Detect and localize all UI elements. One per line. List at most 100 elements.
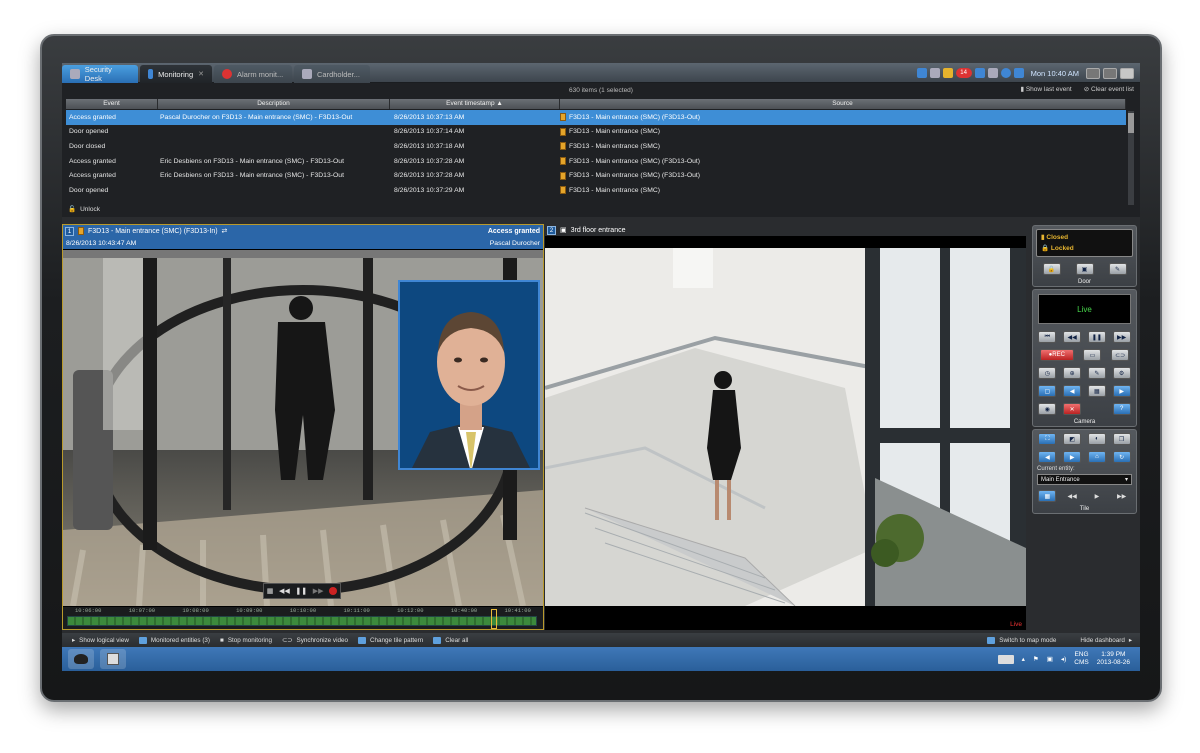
- home-button[interactable]: ⌂: [1087, 451, 1106, 463]
- top-clock: Mon 10:40 AM: [1030, 68, 1079, 78]
- minimize-button[interactable]: [1086, 67, 1100, 79]
- synchronize-video-button[interactable]: ⊂⊃ Synchronize video: [282, 637, 348, 644]
- skip-back-button[interactable]: ⏮: [1038, 331, 1057, 343]
- nav-right-button[interactable]: ▶: [1063, 451, 1082, 463]
- taskbar-app-security-center[interactable]: [68, 649, 94, 669]
- timer-button[interactable]: ◷: [1038, 367, 1057, 379]
- video-tile-1[interactable]: 1 F3D13 - Main entrance (SMC) (F3D13-In)…: [62, 224, 544, 630]
- globe-icon[interactable]: [1000, 68, 1011, 78]
- network-tray-icon[interactable]: ▣: [1047, 655, 1053, 663]
- right-arrow-button[interactable]: ▶: [1112, 385, 1131, 397]
- close-icon[interactable]: ✕: [198, 70, 204, 78]
- network-icon[interactable]: [916, 68, 927, 78]
- tray-chevron-icon[interactable]: ▴: [1022, 655, 1025, 663]
- door-camera-button[interactable]: ▣: [1075, 263, 1094, 275]
- record-button[interactable]: [329, 587, 338, 595]
- table-row[interactable]: Door closed 8/26/2013 10:37:18 AM F3D13 …: [66, 139, 1126, 154]
- volume-tray-icon[interactable]: ◂): [1061, 655, 1066, 663]
- cell-description: Eric Desbiens on F3D13 - Main entrance (…: [160, 172, 344, 180]
- camera-panel: Live ⏮ ◀◀ ❚❚ ▶▶ ● REC ▭ ⊂⊃ ◷ ⊕ ✎ ⚙ ▢ ◀ ▦…: [1032, 289, 1137, 427]
- stop-button[interactable]: ✕: [1063, 403, 1082, 415]
- video-tile-2[interactable]: 2 ▣ 3rd floor entrance Live: [545, 224, 1026, 630]
- tab-security-desk[interactable]: Security Desk: [62, 65, 138, 83]
- tab-alarm-monitoring[interactable]: Alarm monit...: [214, 65, 292, 83]
- nav-left-button[interactable]: ◀: [1038, 451, 1057, 463]
- tab-monitoring[interactable]: Monitoring ✕: [140, 65, 212, 83]
- fullscreen-button[interactable]: ⛶: [1038, 433, 1057, 445]
- tab-label: Security Desk: [84, 65, 112, 83]
- forward-button[interactable]: ▶▶: [1112, 331, 1131, 343]
- monitored-entities-button[interactable]: Monitored entities (3): [138, 636, 210, 644]
- taskbar-app-config-tool[interactable]: [100, 649, 126, 669]
- flag-icon[interactable]: ⚑: [1033, 655, 1039, 663]
- show-logical-view-button[interactable]: ▸ Show logical view: [72, 637, 129, 644]
- restore-button[interactable]: [1103, 67, 1117, 79]
- left-arrow-button[interactable]: ◀: [1063, 385, 1082, 397]
- table-row[interactable]: Door opened 8/26/2013 10:37:14 AM F3D13 …: [66, 125, 1126, 140]
- speaker-icon[interactable]: [987, 68, 998, 78]
- record-button[interactable]: ● REC: [1039, 349, 1074, 361]
- timeline-cursor[interactable]: [491, 609, 497, 629]
- col-description[interactable]: Description: [158, 99, 390, 109]
- monitor-icon[interactable]: [974, 68, 985, 78]
- play-button[interactable]: ▶: [1088, 490, 1106, 502]
- scroll-thumb[interactable]: [1128, 113, 1134, 133]
- stop-monitoring-button[interactable]: ■ Stop monitoring: [220, 637, 272, 644]
- taskbar-clock[interactable]: 1:39 PM 2013-08-26: [1097, 651, 1130, 667]
- hide-dashboard-button[interactable]: Hide dashboard ▸: [1080, 637, 1132, 644]
- col-timestamp[interactable]: Event timestamp ▲: [390, 99, 560, 109]
- settings-button[interactable]: ⚙: [1112, 367, 1131, 379]
- alarm-button[interactable]: ◉: [1038, 403, 1057, 415]
- unlock-door-button[interactable]: 🔓: [1042, 263, 1061, 275]
- snapshot-button[interactable]: ▭: [1083, 349, 1102, 361]
- language-indicator[interactable]: ENG CMS: [1074, 651, 1088, 667]
- info-icon[interactable]: [1013, 68, 1024, 78]
- video-timeline[interactable]: 10:06:00 10:07:00 10:08:00 10:09:00 10:1…: [63, 607, 543, 629]
- show-last-event-button[interactable]: ▮ Show last event: [1020, 85, 1071, 93]
- event-scrollbar[interactable]: [1128, 111, 1134, 205]
- device-icon[interactable]: [929, 68, 940, 78]
- draw-button[interactable]: ✎: [1087, 367, 1106, 379]
- pip-button[interactable]: ◩: [1063, 433, 1082, 445]
- square-button[interactable]: ▢: [1038, 385, 1057, 397]
- switch-to-map-button[interactable]: Switch to map mode: [987, 636, 1056, 644]
- table-row[interactable]: Door opened 8/26/2013 10:37:29 AM F3D13 …: [66, 183, 1126, 198]
- col-source[interactable]: Source: [560, 99, 1126, 109]
- rewind-button[interactable]: ◀◀: [1063, 331, 1082, 343]
- timeline-track[interactable]: [67, 616, 537, 626]
- table-row[interactable]: Access granted Eric Desbiens on F3D13 - …: [66, 168, 1126, 183]
- language-layout: CMS: [1074, 659, 1089, 666]
- tile-pattern-button[interactable]: ▦: [1038, 490, 1057, 502]
- table-row[interactable]: Access granted Pascal Durocher on F3D13 …: [66, 110, 1126, 125]
- rewind-button[interactable]: ◀◀: [1063, 490, 1081, 502]
- tile-pattern-icon[interactable]: ▦: [267, 587, 274, 595]
- copy-button[interactable]: ❐: [1112, 433, 1131, 445]
- clear-all-button[interactable]: Clear all: [433, 636, 468, 644]
- show-logical-view-label: Show logical view: [79, 636, 129, 644]
- refresh-button[interactable]: ↻: [1112, 451, 1131, 463]
- keyboard-icon[interactable]: [997, 654, 1014, 664]
- link-button[interactable]: ⊂⊃: [1111, 349, 1130, 361]
- pause-button[interactable]: ❚❚: [1087, 331, 1106, 343]
- clear-event-list-button[interactable]: ⊘ Clear event list: [1084, 85, 1134, 93]
- alert-badge-icon[interactable]: 14: [955, 68, 972, 78]
- unlock-button[interactable]: 🔓 Unlock: [68, 205, 100, 214]
- rewind-button[interactable]: ◀◀: [279, 587, 290, 595]
- col-event[interactable]: Event: [66, 99, 158, 109]
- table-row[interactable]: Access granted Eric Desbiens on F3D13 - …: [66, 154, 1126, 169]
- close-button[interactable]: [1120, 67, 1134, 79]
- help-button[interactable]: ?: [1112, 403, 1131, 415]
- grid-button[interactable]: ▦: [1087, 385, 1106, 397]
- tab-cardholder[interactable]: Cardholder...: [294, 65, 370, 83]
- door-edit-button[interactable]: ✎: [1108, 263, 1127, 275]
- pause-button[interactable]: ❚❚: [295, 587, 307, 595]
- current-entity-select[interactable]: Main Entrance ▾: [1037, 474, 1132, 485]
- change-tile-pattern-button[interactable]: Change tile pattern: [357, 636, 423, 644]
- forward-button[interactable]: ▶▶: [1113, 490, 1131, 502]
- timeline-label: 10:08:00: [182, 607, 209, 614]
- forward-button[interactable]: ▶▶: [313, 587, 324, 595]
- volume-icon[interactable]: [942, 68, 953, 78]
- zoom-button[interactable]: ⊕: [1063, 367, 1082, 379]
- cell-source: F3D13 - Main entrance (SMC) (F3D13-Out): [560, 171, 1126, 180]
- share-button[interactable]: ◐: [1087, 433, 1106, 445]
